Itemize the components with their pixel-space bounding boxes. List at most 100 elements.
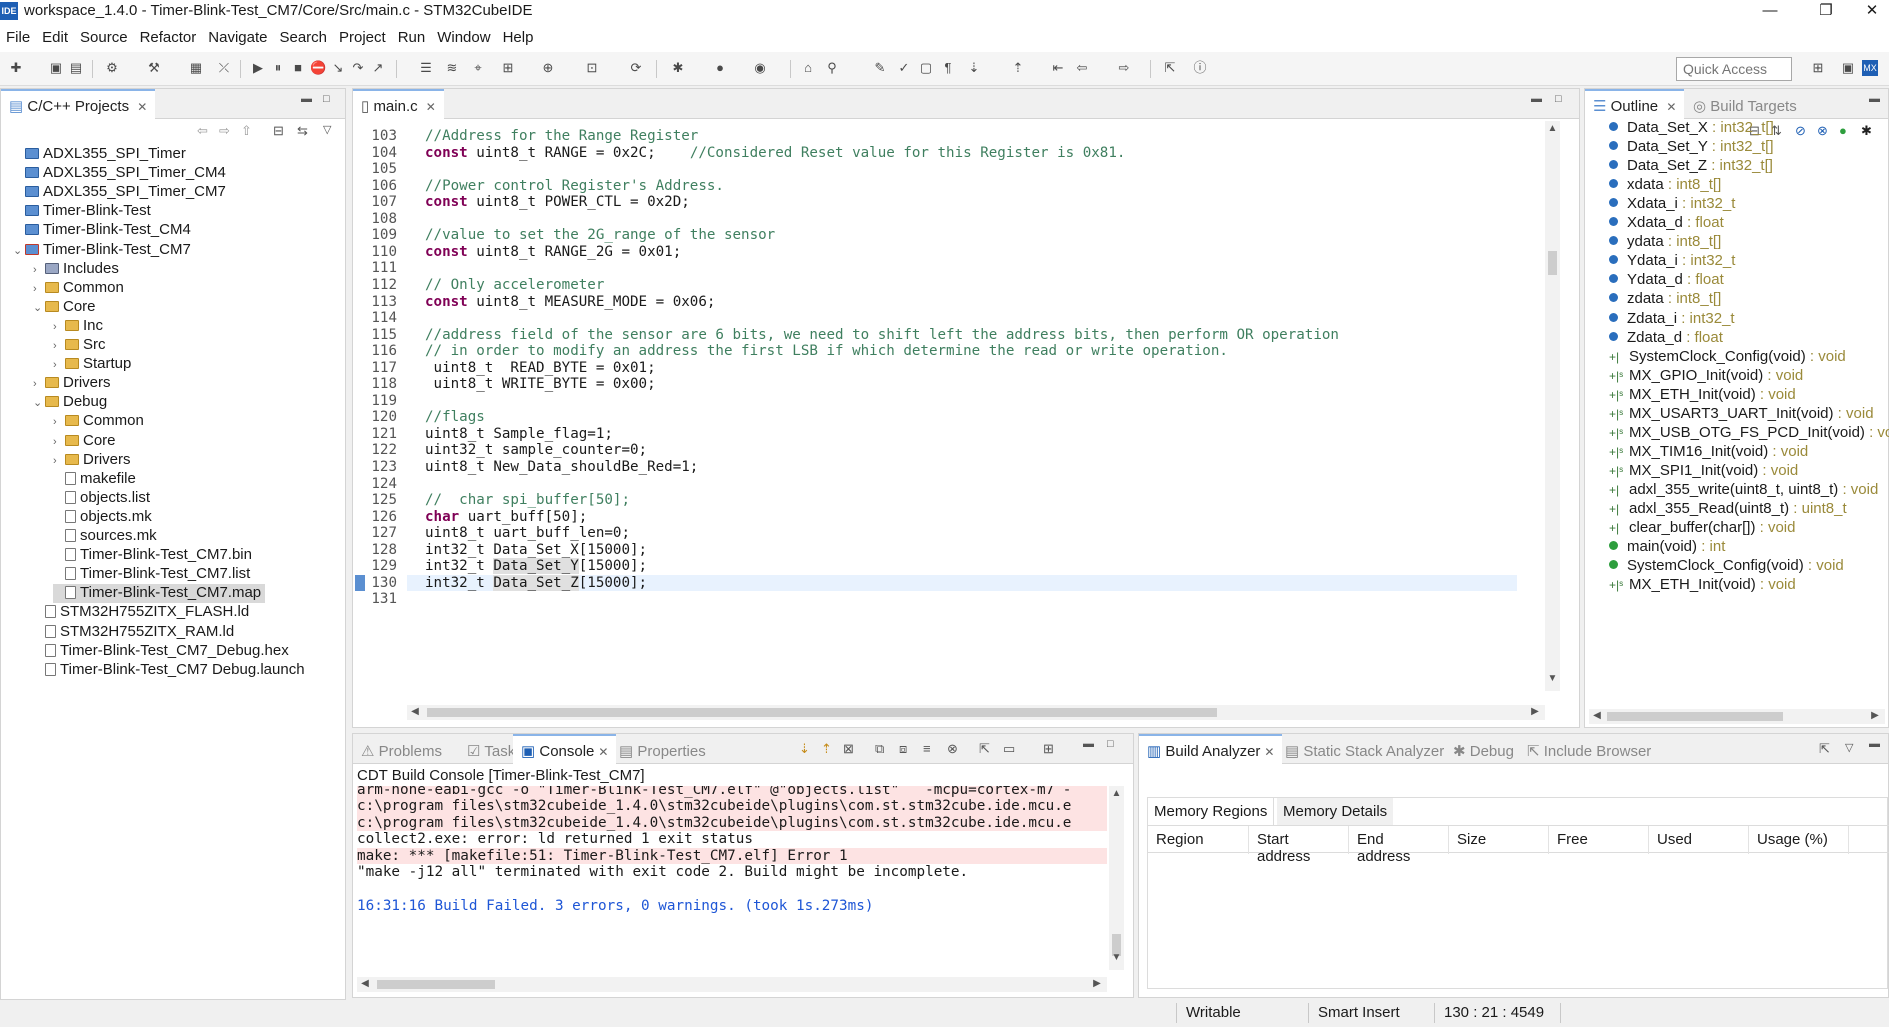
outline-item[interactable]: SystemClock_Config(void) : void <box>1609 557 1844 576</box>
outline-item[interactable]: Data_Set_Z : int32_t[] <box>1609 157 1773 176</box>
col-usage[interactable]: Usage (%) <box>1749 826 1849 854</box>
tab-build-analyzer[interactable]: ▥ Build Analyzer ✕ <box>1139 734 1283 764</box>
menu-search[interactable]: Search <box>273 24 333 46</box>
tab-cpp-projects[interactable]: ▤ C/C++ Projects ✕ <box>1 89 156 119</box>
scroll-lock-icon[interactable]: ⊠ <box>843 741 854 757</box>
view-menu-icon[interactable]: ▽ <box>323 123 331 136</box>
tree-item[interactable]: ADXL355_SPI_Timer_CM4 <box>13 164 226 183</box>
link-editor-icon[interactable]: ⇆ <box>297 123 308 139</box>
close-icon[interactable]: ✕ <box>426 100 436 114</box>
chevron-right-icon[interactable]: › <box>33 264 45 276</box>
editor-hscroll[interactable]: ◀ ▶ <box>407 705 1545 720</box>
forward-nav-icon[interactable]: ⇨ <box>219 123 230 139</box>
display-console-icon[interactable]: ▭ <box>1003 741 1015 757</box>
tree-item[interactable]: Timer-Blink-Test_CM4 <box>13 221 191 240</box>
tree-item[interactable]: Timer-Blink-Test_CM7.list <box>53 565 250 584</box>
chevron-down-icon[interactable]: ⌄ <box>33 396 45 409</box>
clear-console-icon[interactable]: ≡ <box>923 741 931 756</box>
settings-icon[interactable]: ⚙ <box>104 60 120 76</box>
tree-item[interactable]: › Common <box>53 412 144 431</box>
editor-vscroll[interactable]: ▲ ▼ <box>1545 121 1560 691</box>
maximize-icon[interactable]: □ <box>323 93 330 105</box>
tree-item[interactable]: STM32H755ZITX_FLASH.ld <box>33 603 249 622</box>
minimize-icon[interactable]: ▬ <box>1869 93 1880 105</box>
paste-icon[interactable]: ⧈ <box>899 741 907 757</box>
menu-project[interactable]: Project <box>333 24 392 46</box>
debug-config-icon[interactable]: ⌖ <box>470 60 486 76</box>
menu-help[interactable]: Help <box>497 24 540 46</box>
menu-run[interactable]: Run <box>392 24 432 46</box>
minimize-icon[interactable]: ▬ <box>1869 738 1880 750</box>
save-icon[interactable]: ▣ <box>48 60 64 76</box>
collapse-all-icon[interactable]: ⊟ <box>273 123 284 139</box>
hide-nonpublic-icon[interactable]: ● <box>1839 123 1847 138</box>
close-icon[interactable]: ✕ <box>1264 745 1274 759</box>
tree-item[interactable]: Timer-Blink-Test_CM7.bin <box>53 546 252 565</box>
outline-item[interactable]: zdata : int8_t[] <box>1609 290 1721 309</box>
new-class-icon[interactable]: ⊕ <box>540 60 556 76</box>
chevron-right-icon[interactable]: › <box>33 283 45 295</box>
outline-item[interactable]: +| adxl_355_Read(uint8_t) : uint8_t <box>1609 500 1847 519</box>
tab-static-stack[interactable]: ▤ Static Stack Analyzer <box>1277 734 1452 764</box>
new-project-icon[interactable]: ⊞ <box>500 60 516 76</box>
outline-item[interactable]: ydata : int8_t[] <box>1609 233 1721 252</box>
suspend-icon[interactable]: ⏸ <box>270 60 286 76</box>
back-nav-icon[interactable]: ⇦ <box>197 123 208 139</box>
tree-item[interactable]: › Drivers <box>33 374 111 393</box>
col-free[interactable]: Free <box>1549 826 1649 854</box>
step-return-icon[interactable]: ↗ <box>370 60 386 76</box>
chevron-right-icon[interactable]: › <box>53 340 65 352</box>
minimize-icon[interactable]: ▬ <box>301 93 312 105</box>
new-icon[interactable]: ✚ <box>8 60 24 76</box>
open-perspective-icon[interactable]: ⊞ <box>1810 60 1826 76</box>
refresh-icon[interactable]: ⟳ <box>628 60 644 76</box>
tree-item[interactable]: sources.mk <box>53 527 157 546</box>
tree-item[interactable]: › Core <box>53 432 116 451</box>
tab-debug[interactable]: ✱ Debug <box>1445 734 1522 764</box>
view-menu-icon[interactable]: ▽ <box>1845 741 1853 754</box>
outline-item[interactable]: +|ˢ MX_USART3_UART_Init(void) : void <box>1609 405 1874 424</box>
cpp-perspective-icon[interactable]: ▣ <box>1840 60 1856 76</box>
chevron-right-icon[interactable]: › <box>53 321 65 333</box>
tree-item[interactable]: objects.list <box>53 489 150 508</box>
outline-item[interactable]: Zdata_i : int32_t <box>1609 310 1735 329</box>
outline-item[interactable]: Ydata_i : int32_t <box>1609 252 1735 271</box>
new-source-icon[interactable]: ⊡ <box>584 60 600 76</box>
hide-static-icon[interactable]: ⊗ <box>1817 123 1828 139</box>
quick-access-input[interactable] <box>1676 57 1792 81</box>
step-over-icon[interactable]: ↷ <box>350 60 366 76</box>
tab-build-targets[interactable]: ◎ Build Targets <box>1685 89 1805 119</box>
tree-item[interactable]: ⌄ Debug <box>33 393 107 412</box>
next-annotation-icon[interactable]: ⇣ <box>966 60 982 76</box>
pin-icon[interactable]: ⇱ <box>1162 60 1178 76</box>
tab-properties[interactable]: ▤ Properties <box>611 734 714 764</box>
close-button[interactable]: ✕ <box>1849 0 1889 24</box>
outline-item[interactable]: +|ˢ MX_ETH_Init(void) : void <box>1609 386 1796 405</box>
close-icon[interactable]: ✕ <box>1666 100 1676 114</box>
debug-icon[interactable]: ✱ <box>670 60 686 76</box>
menu-refactor[interactable]: Refactor <box>134 24 203 46</box>
tab-include-browser[interactable]: ⇱ Include Browser <box>1519 734 1659 764</box>
minimize-icon[interactable]: ▬ <box>1531 93 1542 105</box>
tree-item[interactable]: › Drivers <box>53 451 131 470</box>
hide-fields-icon[interactable]: ⊘ <box>1795 123 1806 139</box>
tab-outline[interactable]: ☰ Outline ✕ <box>1585 89 1685 119</box>
col-region[interactable]: Region <box>1148 826 1249 854</box>
chevron-right-icon[interactable]: › <box>53 436 65 448</box>
outline-item[interactable]: +|ˢ MX_ETH_Init(void) : void <box>1609 576 1796 595</box>
device-icon[interactable]: ▦ <box>188 60 204 76</box>
chevron-right-icon[interactable]: › <box>53 359 65 371</box>
up-nav-icon[interactable]: ⇧ <box>241 123 252 139</box>
open-element-icon[interactable]: ☰ <box>418 60 434 76</box>
resume-icon[interactable]: ▶ <box>250 60 266 76</box>
outline-item[interactable]: +| adxl_355_write(uint8_t, uint8_t) : voi… <box>1609 481 1878 500</box>
tree-item[interactable]: Timer-Blink-Test_CM7 Debug.launch <box>33 661 305 680</box>
console-hscroll[interactable]: ◀ ▶ <box>357 977 1107 992</box>
block-select-icon[interactable]: ▢ <box>918 60 934 76</box>
disconnect-icon[interactable]: ⛔ <box>310 60 326 76</box>
whitespace-icon[interactable]: ¶ <box>940 60 956 76</box>
pin-console-icon[interactable]: ⇱ <box>979 741 990 757</box>
menu-window[interactable]: Window <box>431 24 496 46</box>
outline-hscroll[interactable]: ◀ ▶ <box>1589 709 1885 724</box>
copy-icon[interactable]: ⧉ <box>875 741 884 757</box>
